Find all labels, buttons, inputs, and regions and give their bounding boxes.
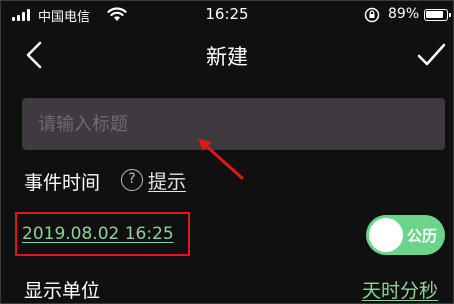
- status-bar: 中国电信 16:25 89%: [0, 0, 454, 30]
- toggle-knob: [369, 218, 403, 252]
- event-date-value[interactable]: 2019.08.02 16:25: [22, 224, 174, 244]
- navigation-bar: 新建: [0, 30, 454, 80]
- annotation-arrow: [198, 139, 244, 180]
- calendar-type-toggle[interactable]: 公历: [366, 215, 445, 255]
- question-circle-icon[interactable]: ?: [121, 169, 143, 191]
- toggle-label: 公历: [407, 227, 438, 245]
- chevron-left-icon[interactable]: [20, 38, 50, 72]
- page-title: 新建: [206, 45, 248, 69]
- event-time-label: 事件时间: [24, 172, 101, 194]
- display-unit-label: 显示单位: [24, 280, 101, 302]
- battery-level-fill: [426, 11, 443, 18]
- hint-link[interactable]: 提示: [148, 167, 186, 194]
- status-time: 16:25: [205, 5, 249, 23]
- checkmark-icon[interactable]: [414, 38, 448, 72]
- display-unit-value[interactable]: 天时分秒: [362, 276, 438, 303]
- rotation-lock-icon: [364, 7, 380, 23]
- battery-icon: [424, 9, 451, 21]
- battery-percentage: 89%: [388, 6, 420, 22]
